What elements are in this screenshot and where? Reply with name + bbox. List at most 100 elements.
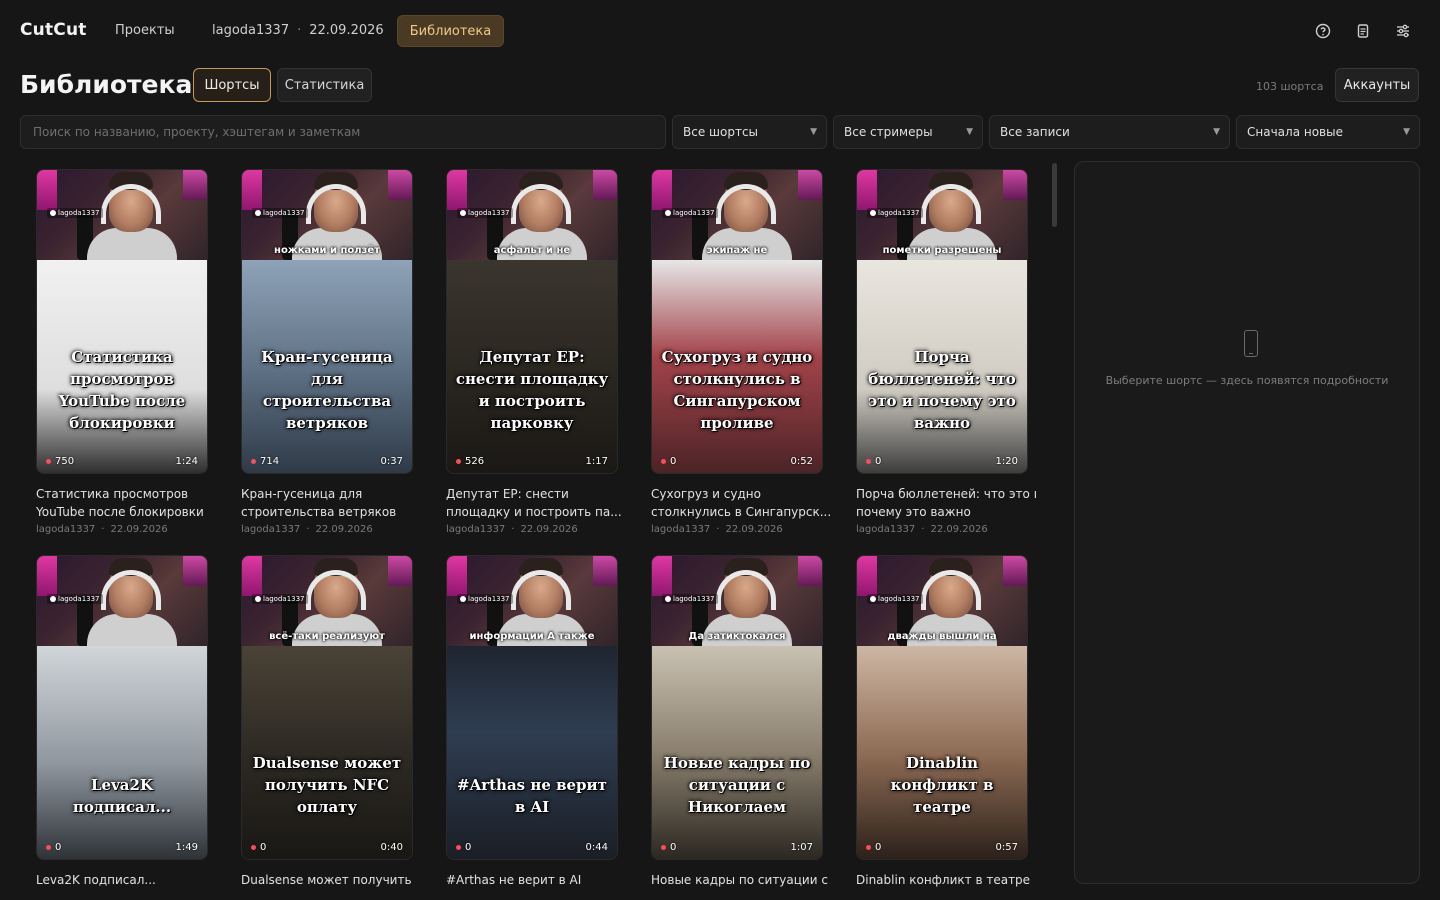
short-meta: lagoda1337 · 22.09.2026: [36, 524, 168, 535]
subtitle-strip: ножками и ползёт: [274, 244, 380, 256]
details-hint: Выберите шортс — здесь появятся подробно…: [1105, 374, 1389, 387]
views-count: 750: [46, 456, 74, 467]
short-title[interactable]: Dinablin конфликт в театре: [856, 871, 1036, 889]
duration: 0:37: [380, 455, 403, 467]
duration: 1:24: [175, 455, 198, 467]
thumbnail-caption: Депутат ЕР: снести площадку и построить …: [455, 348, 609, 432]
views-count: 0: [46, 842, 61, 853]
views-count: 0: [866, 842, 881, 853]
duration: 0:57: [995, 841, 1018, 853]
grid-scrollbar[interactable]: [1052, 163, 1057, 227]
nav-library[interactable]: Библиотека: [397, 15, 504, 47]
thumbnail-meta: 714 0:37: [242, 449, 412, 473]
short-thumbnail[interactable]: lagoda1337 пометки разрешены Порча бюлле…: [856, 169, 1028, 474]
duration: 0:44: [585, 841, 608, 853]
clip-content: [447, 646, 617, 859]
duration: 0:40: [380, 841, 403, 853]
sort-value: Сначала новые: [1247, 125, 1343, 139]
short-title[interactable]: Leva2K подписал...: [36, 871, 226, 889]
views-count: 0: [866, 456, 881, 467]
thumbnail-caption: Dualsense может получить NFC оплату: [252, 754, 402, 816]
tab-shorts[interactable]: Шортсы: [193, 68, 271, 102]
nav-date: 22.09.2026: [309, 23, 384, 38]
short-thumbnail[interactable]: lagoda1337 дважды вышли на Dinablin конф…: [856, 555, 1028, 860]
search-input[interactable]: [20, 115, 666, 149]
subtitle-strip: экипаж не: [706, 244, 768, 256]
duration: 0:52: [790, 455, 813, 467]
thumbnail-caption: Кран-гусеница для строительства ветряков: [261, 348, 393, 432]
duration: 1:17: [585, 455, 608, 467]
short-title[interactable]: #Arthas не верит в AI: [446, 871, 636, 889]
views-count: 0: [251, 842, 266, 853]
short-meta: lagoda1337 · 22.09.2026: [446, 524, 578, 535]
thumbnail-caption: Новые кадры по ситуации с Никоглаем: [663, 754, 811, 816]
short-thumbnail[interactable]: lagoda1337 асфальт и не Депутат ЕР: снес…: [446, 169, 618, 474]
streamers-filter-value: Все стримеры: [844, 125, 933, 139]
top-bar: CutCut Проекты lagoda1337 · 22.09.2026 Б…: [0, 0, 1440, 62]
short-title[interactable]: Dualsense может получить: [241, 871, 431, 889]
duration: 1:20: [995, 455, 1018, 467]
nav-context[interactable]: lagoda1337 · 22.09.2026: [212, 23, 384, 38]
views-count: 0: [456, 842, 471, 853]
short-thumbnail[interactable]: lagoda1337 всё-таки реализуют Dualsense …: [241, 555, 413, 860]
shorts-count: 103 шортса: [1256, 80, 1324, 93]
short-title[interactable]: Порча бюллетеней: что это и почему это в…: [856, 485, 1036, 521]
short-title[interactable]: Кран-гусеница для строительства ветряков: [241, 485, 431, 521]
thumbnail-meta: 526 1:17: [447, 449, 617, 473]
app-logo[interactable]: CutCut: [20, 20, 87, 40]
duration: 1:07: [790, 841, 813, 853]
subtitle-strip: всё-таки реализуют: [269, 630, 385, 642]
chevron-down-icon: ▼: [810, 127, 817, 137]
thumbnail-caption: Порча бюллетеней: что это и почему это в…: [868, 348, 1016, 432]
thumbnail-meta: 0 1:49: [37, 835, 207, 859]
short-thumbnail[interactable]: lagoda1337 ножками и ползёт Кран-гусениц…: [241, 169, 413, 474]
streamers-filter-select[interactable]: Все стримеры ▼: [833, 115, 983, 149]
views-count: 714: [251, 456, 279, 467]
subtitle-strip: пометки разрешены: [882, 244, 1002, 256]
short-title[interactable]: Сухогруз и судно столкнулись в Сингапурс…: [651, 485, 841, 521]
sort-select[interactable]: Сначала новые ▼: [1236, 115, 1420, 149]
records-filter-value: Все записи: [1000, 125, 1070, 139]
thumbnail-meta: 0 1:07: [652, 835, 822, 859]
help-icon[interactable]: [1314, 22, 1332, 40]
document-icon[interactable]: [1354, 22, 1372, 40]
short-thumbnail[interactable]: lagoda1337 Leva2K подписал... 0 1:49: [36, 555, 208, 860]
shorts-grid: lagoda1337 Статистика просмотров YouTube…: [36, 169, 1036, 900]
short-thumbnail[interactable]: lagoda1337 информации А также #Arthas не…: [446, 555, 618, 860]
thumbnail-meta: 0 0:44: [447, 835, 617, 859]
thumbnail-caption: Dinablin конфликт в театре: [890, 754, 994, 816]
short-meta: lagoda1337 · 22.09.2026: [241, 524, 373, 535]
page-title: Библиотека: [20, 70, 193, 99]
views-count: 0: [661, 842, 676, 853]
subtitle-strip: [37, 626, 207, 646]
thumbnail-caption: Leva2K подписал...: [72, 776, 172, 816]
nav-projects[interactable]: Проекты: [115, 23, 175, 38]
short-meta: lagoda1337 · 22.09.2026: [856, 524, 988, 535]
subtitle-strip: Да затиктокался: [688, 630, 786, 642]
nav-account: lagoda1337: [212, 23, 290, 38]
views-count: 526: [456, 456, 484, 467]
nav-separator: ·: [297, 23, 302, 38]
phone-icon: [1244, 330, 1258, 357]
short-title[interactable]: Статистика просмотров YouTube после блок…: [36, 485, 226, 521]
chevron-down-icon: ▼: [966, 127, 973, 137]
settings-sliders-icon[interactable]: [1394, 22, 1412, 40]
chevron-down-icon: ▼: [1403, 127, 1410, 137]
subtitle-strip: [37, 240, 207, 260]
short-thumbnail[interactable]: lagoda1337 Статистика просмотров YouTube…: [36, 169, 208, 474]
thumbnail-meta: 0 0:57: [857, 835, 1027, 859]
details-panel: Выберите шортс — здесь появятся подробно…: [1074, 161, 1420, 884]
short-meta: lagoda1337 · 22.09.2026: [651, 524, 783, 535]
short-title[interactable]: Депутат ЕР: снести площадку и построить …: [446, 485, 636, 521]
subtitle-strip: асфальт и не: [493, 244, 571, 256]
thumbnail-meta: 0 0:52: [652, 449, 822, 473]
short-thumbnail[interactable]: lagoda1337 экипаж не Сухогруз и судно ст…: [651, 169, 823, 474]
records-filter-select[interactable]: Все записи ▼: [989, 115, 1230, 149]
views-count: 0: [661, 456, 676, 467]
short-title[interactable]: Новые кадры по ситуации с: [651, 871, 841, 889]
short-thumbnail[interactable]: lagoda1337 Да затиктокался Новые кадры п…: [651, 555, 823, 860]
accounts-button[interactable]: Аккаунты: [1335, 68, 1419, 102]
thumbnail-meta: 0 1:20: [857, 449, 1027, 473]
tab-statistics[interactable]: Статистика: [277, 68, 372, 102]
shorts-filter-select[interactable]: Все шортсы ▼: [672, 115, 827, 149]
